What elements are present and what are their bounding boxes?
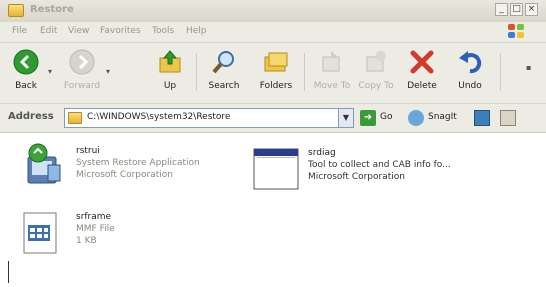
address-label: Address	[8, 111, 54, 122]
forward-label: Forward	[63, 81, 101, 91]
forward-button[interactable]: Forward	[62, 49, 102, 97]
forward-arrow-icon	[69, 49, 95, 75]
folder-icon	[8, 4, 24, 17]
move-to-button[interactable]: Move To	[312, 49, 352, 97]
file-description: Tool to collect and CAB info fo...	[308, 160, 451, 170]
go-arrow-icon: ➜	[360, 110, 376, 126]
go-button[interactable]: ➜ Go	[360, 109, 404, 127]
undo-button[interactable]: Undo	[450, 49, 490, 97]
menu-favorites[interactable]: Favorites	[100, 26, 141, 36]
search-label: Search	[208, 81, 240, 91]
folders-icon	[264, 52, 288, 72]
snagit-label: SnagIt	[428, 112, 457, 122]
file-details: srframe MMF File 1 KB	[76, 211, 296, 247]
file-name: srframe	[76, 212, 112, 222]
list-item[interactable]: srframe MMF File 1 KB	[18, 209, 218, 259]
address-path: C:\WINDOWS\system32\Restore	[87, 112, 231, 122]
up-label: Up	[163, 81, 177, 91]
address-bar: Address C:\WINDOWS\system32\Restore ▼ ➜ …	[0, 104, 546, 133]
back-arrow-icon	[13, 49, 39, 75]
file-list: rstrui System Restore Application Micros…	[0, 133, 546, 287]
file-size: 1 KB	[76, 236, 97, 246]
menu-file[interactable]: File	[12, 26, 27, 36]
window-title: Restore	[30, 4, 74, 15]
explorer-window: Restore _ □ × File Edit View Favorites T…	[0, 0, 546, 287]
back-button[interactable]: Back	[6, 49, 46, 97]
file-type: MMF File	[76, 224, 115, 234]
address-dropdown-button[interactable]: ▼	[338, 108, 354, 128]
folder-icon	[68, 112, 82, 124]
snagit-button[interactable]: SnagIt	[408, 109, 468, 127]
search-icon	[212, 51, 234, 74]
caption-buttons: _ □ ×	[495, 3, 538, 16]
file-name: srdiag	[308, 148, 336, 158]
up-button[interactable]: Up	[150, 49, 190, 97]
snagit-icon	[408, 110, 424, 126]
toolbar: Back ▾ Forward ▾ Up Search Folders Move …	[0, 43, 546, 104]
minimize-button[interactable]: _	[495, 3, 508, 16]
search-button[interactable]: Search	[204, 49, 244, 97]
text-cursor	[8, 261, 9, 283]
address-input[interactable]: C:\WINDOWS\system32\Restore	[64, 108, 354, 128]
system-restore-icon	[27, 143, 61, 184]
delete-x-icon	[410, 50, 434, 74]
title-bar[interactable]: Restore _ □ ×	[0, 0, 546, 23]
menu-tools[interactable]: Tools	[152, 26, 174, 36]
capture-window-icon[interactable]	[474, 110, 490, 126]
folder-up-icon	[159, 50, 181, 73]
copy-to-icon	[366, 51, 386, 72]
toolbar-separator	[500, 53, 501, 91]
undo-icon	[459, 51, 482, 74]
menu-view[interactable]: View	[68, 26, 89, 36]
file-details: srdiag Tool to collect and CAB info fo..…	[308, 147, 532, 183]
toolbar-separator	[196, 53, 197, 91]
go-label: Go	[380, 112, 393, 122]
folders-label: Folders	[259, 81, 293, 91]
list-item[interactable]: srdiag Tool to collect and CAB info fo..…	[252, 145, 532, 195]
move-to-icon	[322, 51, 340, 72]
copy-to-button[interactable]: Copy To	[356, 49, 396, 97]
forward-dropdown-icon[interactable]: ▾	[106, 67, 110, 76]
back-dropdown-icon[interactable]: ▾	[48, 67, 52, 76]
back-label: Back	[15, 81, 37, 91]
delete-button[interactable]: Delete	[402, 49, 442, 97]
maximize-button[interactable]: □	[510, 3, 523, 16]
windows-logo-icon	[508, 24, 526, 40]
list-item[interactable]: rstrui System Restore Application Micros…	[18, 141, 248, 191]
folders-button[interactable]: Folders	[256, 49, 296, 97]
menu-help[interactable]: Help	[186, 26, 207, 36]
menu-bar: File Edit View Favorites Tools Help	[0, 22, 546, 43]
toolbar-separator	[304, 53, 305, 91]
close-button[interactable]: ×	[525, 3, 538, 16]
snagit-editor-icon[interactable]	[500, 110, 516, 126]
file-company: Microsoft Corporation	[308, 172, 405, 182]
copy-to-label: Copy To	[358, 81, 394, 91]
delete-label: Delete	[407, 81, 437, 91]
menu-edit[interactable]: Edit	[40, 26, 57, 36]
undo-label: Undo	[458, 81, 482, 91]
mmf-file-icon	[23, 212, 57, 254]
toolbar-overflow-icon[interactable]: ▪	[526, 63, 531, 72]
application-window-icon	[253, 148, 299, 190]
